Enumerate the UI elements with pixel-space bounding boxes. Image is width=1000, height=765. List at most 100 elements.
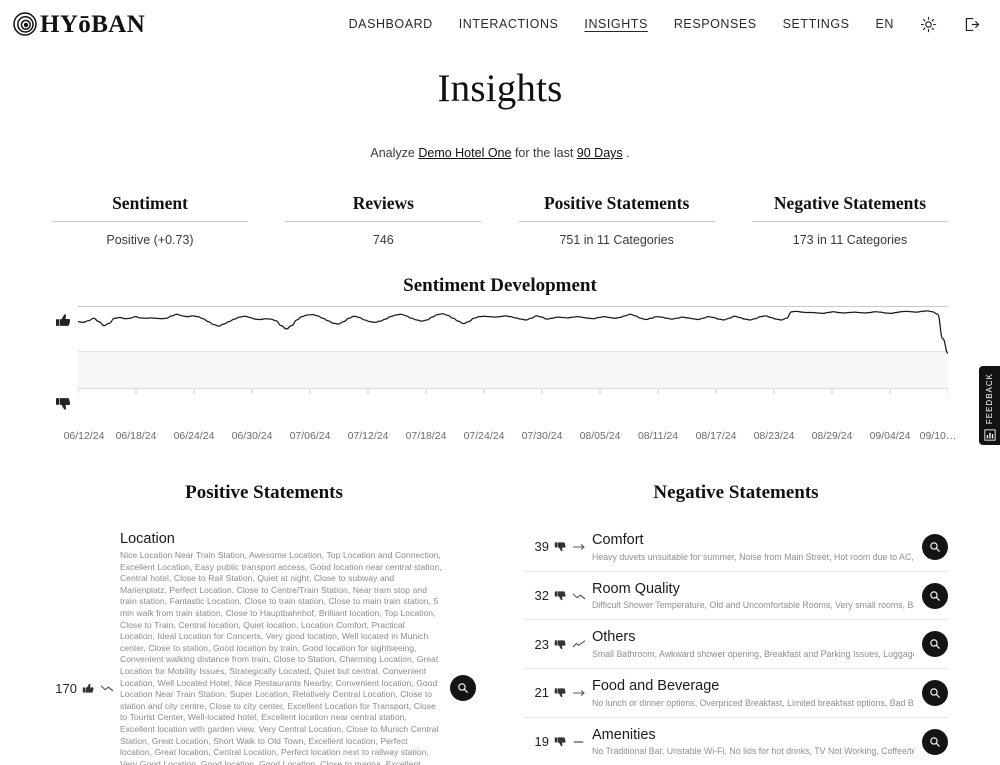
statements-snippet: No lunch or dinner options, Overpriced B…: [592, 697, 914, 708]
stat-value: 746: [372, 233, 394, 247]
statement-count: 170: [55, 680, 77, 696]
sentiment-line-path: [78, 310, 948, 354]
positive-panel-title: Positive Statements: [185, 482, 343, 503]
row-metric: 21: [524, 685, 592, 700]
sentiment-line-chart[interactable]: [78, 306, 948, 426]
negative-panel-title: Negative Statements: [653, 482, 819, 503]
search-statements-button[interactable]: [922, 582, 948, 609]
stat-reviews: Reviews 746: [285, 193, 482, 247]
sentiment-development-chart: [52, 306, 948, 426]
chart-x-axis-labels: 06/12/24 06/18/24 06/24/24 06/30/24 07/06/24…: [52, 430, 957, 446]
logout-icon[interactable]: [963, 16, 980, 33]
statement-row[interactable]: 39 Comfort Heavy duvets unsuitable for sum…: [524, 523, 948, 572]
date-range-link[interactable]: 90 Days: [577, 146, 623, 160]
thumbs-up-icon: [56, 314, 71, 326]
category-name: Food and Beverage: [592, 678, 720, 695]
statement-row[interactable]: 23 Others Small Bathroom, Awkward shower o…: [524, 620, 948, 670]
stat-value: 173 in 11 Categories: [792, 233, 908, 247]
nav-item-insights[interactable]: INSIGHTS: [584, 17, 647, 31]
statements-panels: Positive Statements 170 Location Nice Lo…: [52, 482, 948, 765]
nav-item-dashboard[interactable]: DASHBOARD: [349, 17, 433, 31]
thumbs-down-icon: [554, 640, 566, 649]
search-icon: [930, 688, 940, 698]
search-statements-button[interactable]: [450, 675, 476, 702]
chart-bar-icon: [983, 429, 996, 441]
row-metric: 19: [524, 734, 592, 749]
analysis-subtitle: Analyze Demo Hotel One for the last 90 D…: [0, 146, 1000, 160]
row-metric: 23: [524, 637, 592, 652]
language-selector[interactable]: EN: [876, 17, 894, 31]
statements-snippet: Small Bathroom, Awkward shower opening, …: [592, 649, 914, 660]
search-icon: [930, 736, 940, 747]
stat-value: Positive (+0.73): [106, 233, 194, 247]
row-metric: 39: [524, 539, 592, 554]
main-nav: DASHBOARD INTERACTIONS INSIGHTS RESPONSE…: [349, 16, 986, 33]
trend-up-icon: [572, 640, 586, 648]
statement-row[interactable]: 21 Food and Beverage No lunch or dinner op…: [524, 669, 948, 718]
thumbs-down-icon: [554, 688, 566, 698]
category-name: Comfort: [592, 532, 644, 548]
axis-tick-label: 08/11/24: [637, 430, 679, 442]
statement-count: 19: [534, 734, 549, 750]
thumbs-up-icon: [82, 683, 94, 693]
summary-stats: Sentiment Positive (+0.73) Reviews 746 P…: [52, 193, 948, 247]
search-statements-button[interactable]: [922, 533, 948, 560]
positive-expanded-card[interactable]: 170 Location Nice Location Near Train St…: [52, 523, 476, 765]
row-content: Food and Beverage No lunch or dinner opti…: [592, 678, 922, 708]
stat-positive-statements: Positive Statements 751 in 11 Categories: [518, 193, 715, 247]
sentiment-chart-title: Sentiment Development: [403, 275, 597, 296]
statements-text: Nice Location Near Train Station, Awesom…: [120, 550, 442, 765]
search-statements-button[interactable]: [922, 631, 948, 658]
thumbs-down-icon: [554, 591, 566, 601]
category-name: Others: [592, 629, 636, 646]
statement-row[interactable]: 19 Amenities No Traditional Bar, Unstable …: [524, 718, 948, 765]
chart-tick-marks: [78, 389, 948, 394]
feedback-tab[interactable]: FEEDBACK: [979, 366, 1000, 445]
entity-link[interactable]: Demo Hotel One: [418, 146, 511, 160]
row-content: Amenities No Traditional Bar, Unstable Wi…: [592, 727, 922, 757]
category-name: Amenities: [592, 726, 656, 743]
nav-item-interactions[interactable]: INTERACTIONS: [459, 17, 559, 31]
axis-tick-label: 09/10…: [919, 430, 957, 442]
search-icon: [930, 639, 940, 649]
trend-flat-arrow-icon: [572, 690, 585, 696]
row-content: Others Small Bathroom, Awkward shower ope…: [592, 629, 922, 659]
search-icon: [930, 590, 940, 601]
axis-tick-label: 07/06/24: [289, 430, 331, 442]
negative-statements-panel: Negative Statements 39 Comfort Heavy duvet…: [524, 482, 948, 765]
axis-tick-label: 08/05/24: [579, 430, 621, 442]
stat-label: Positive Statements: [518, 193, 715, 222]
card-metric: 170: [52, 681, 120, 696]
axis-tick-label: 07/24/24: [463, 430, 505, 442]
axis-tick-label: 06/18/24: [115, 430, 157, 442]
axis-tick-label: 08/29/24: [811, 430, 853, 442]
thumbs-down-icon: [554, 737, 566, 747]
axis-tick-label: 06/30/24: [231, 430, 273, 442]
axis-tick-label: 08/23/24: [753, 430, 795, 442]
trend-slight-down-icon: [572, 593, 586, 599]
search-icon: [458, 683, 468, 694]
row-content: Comfort Heavy duvets unsuitable for summe…: [592, 532, 922, 562]
nav-item-responses[interactable]: RESPONSES: [674, 17, 757, 31]
stat-label: Negative Statements: [751, 193, 948, 222]
search-statements-button[interactable]: [922, 728, 948, 755]
stat-sentiment: Sentiment Positive (+0.73): [52, 193, 248, 247]
trend-slight-down-icon: [100, 685, 114, 692]
statements-snippet: Heavy duvets unsuitable for summer, Nois…: [592, 551, 914, 562]
statement-row[interactable]: 32 Room Quality Difficult Shower Temperatu…: [524, 572, 948, 621]
nav-item-settings[interactable]: SETTINGS: [783, 17, 850, 31]
top-navigation-bar: HYōBAN DASHBOARD INTERACTIONS INSIGHTS R…: [0, 0, 1000, 48]
card-content: Location Nice Location Near Train Statio…: [120, 531, 450, 765]
stat-label: Reviews: [285, 193, 482, 222]
axis-tick-label: 06/24/24: [173, 430, 215, 442]
subtitle-middle: for the last: [514, 146, 574, 160]
axis-tick-label: 07/30/24: [521, 430, 563, 442]
brand-logo[interactable]: HYōBAN: [12, 11, 145, 37]
spiral-logo-icon: [13, 12, 37, 36]
sun-icon[interactable]: [920, 16, 937, 33]
axis-tick-label: 08/17/24: [695, 430, 737, 442]
search-statements-button[interactable]: [922, 679, 948, 706]
search-icon: [930, 542, 940, 552]
statements-snippet: Difficult Shower Temperature, Old and Un…: [592, 600, 914, 611]
axis-tick-label: 06/12/24: [63, 430, 105, 442]
